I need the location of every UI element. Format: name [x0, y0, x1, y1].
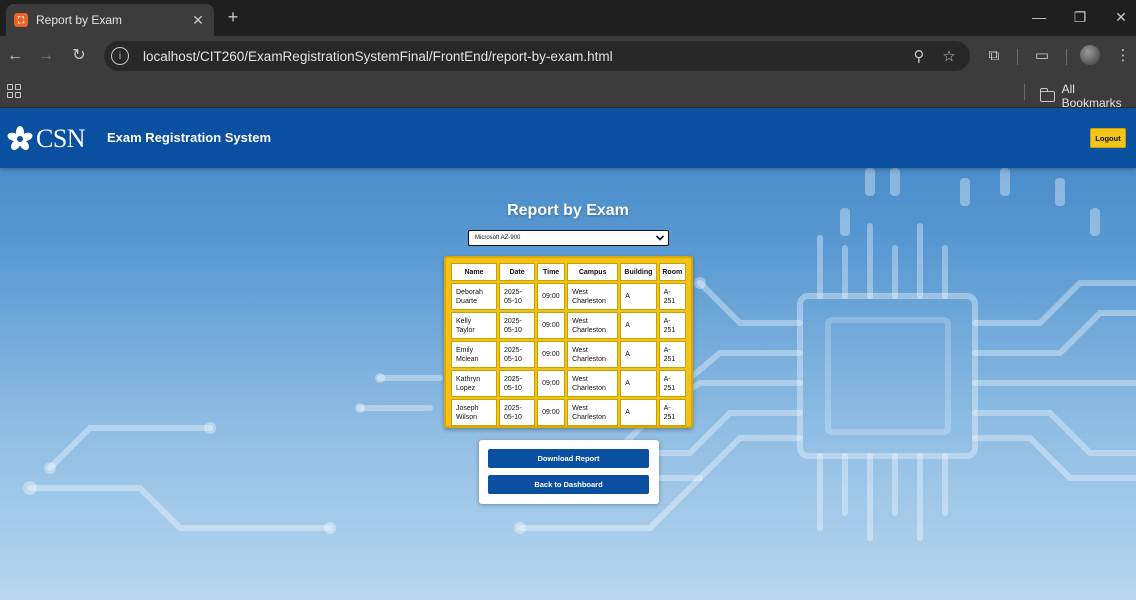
site-header: CSN Exam Registration System Logout [0, 108, 1136, 168]
kebab-menu-icon[interactable]: ⋮ [1114, 47, 1132, 65]
minimize-icon[interactable]: — [1031, 9, 1047, 25]
all-bookmarks-label: All Bookmarks [1061, 82, 1122, 110]
page-title: Report by Exam [507, 202, 629, 219]
media-cast-icon[interactable]: ▭ [1033, 47, 1051, 65]
all-bookmarks-button[interactable]: All Bookmarks [1039, 82, 1136, 110]
logo-text: CSN [36, 124, 86, 153]
column-header-name: Name [451, 263, 497, 281]
address-bar[interactable]: i localhost/CIT260/ExamRegistrationSyste… [104, 41, 970, 71]
column-header-building: Building [620, 263, 657, 281]
folder-icon [1039, 87, 1055, 102]
column-header-date: Date [499, 263, 536, 281]
column-header-time: Time [537, 263, 566, 281]
cell-date: 2025- 05-10 [499, 399, 536, 426]
table-row: Kathryn Lopez 2025- 05-10 09:00 West Charle… [451, 370, 686, 397]
toolbar-separator [1066, 49, 1067, 65]
zoom-icon[interactable]: ⚲ [910, 47, 928, 65]
logout-button[interactable]: Logout [1090, 128, 1126, 148]
csn-logo: CSN [6, 124, 86, 154]
cell-room: A-251 [658, 312, 686, 339]
cell-building: A [620, 399, 657, 426]
cell-date: 2025- 05-10 [499, 370, 536, 397]
report-card: Name Date Time Campus Building Room Debo… [444, 256, 693, 428]
column-header-room: Room [658, 263, 686, 281]
browser-toolbar: ← → ↻ i localhost/CIT260/ExamRegistratio… [0, 36, 1136, 76]
cell-campus: West Charleston [567, 399, 619, 426]
cell-name: Deborah Duarte [451, 283, 497, 310]
tab-close-icon[interactable]: ✕ [190, 12, 206, 29]
tab-title: Report by Exam [36, 13, 123, 27]
cell-room: A-251 [658, 399, 686, 426]
star-icon[interactable]: ☆ [940, 47, 958, 65]
download-report-button[interactable]: Download Report [488, 449, 649, 468]
cell-building: A [620, 341, 657, 368]
cell-time: 09:00 [537, 370, 566, 397]
new-tab-icon[interactable]: + [224, 8, 242, 26]
reload-icon[interactable]: ↻ [70, 47, 88, 65]
close-window-icon[interactable]: ✕ [1113, 9, 1129, 26]
cell-name: Kathryn Lopez [451, 370, 497, 397]
browser-tab-bar: ⛶ Report by Exam ✕ + — ❐ ✕ [0, 0, 1136, 36]
restore-icon[interactable]: ❐ [1072, 9, 1088, 26]
table-row: Kelly Taylor 2025- 05-10 09:00 West Charles… [451, 312, 686, 339]
cell-room: A-251 [658, 370, 686, 397]
cell-room: A-251 [658, 283, 686, 310]
cell-name: Kelly Taylor [451, 312, 497, 339]
cell-campus: West Charleston [567, 370, 619, 397]
actions-card: Download Report Back to Dashboard [479, 440, 659, 504]
chevron-down-icon [655, 235, 665, 241]
exam-select[interactable]: Microsoft AZ-900 [468, 230, 669, 246]
apps-grid-icon[interactable] [7, 84, 21, 98]
profile-avatar[interactable] [1080, 45, 1100, 65]
cell-building: A [620, 370, 657, 397]
cell-building: A [620, 312, 657, 339]
cell-campus: West Charleston [567, 341, 619, 368]
back-arrow-icon[interactable]: ← [6, 47, 24, 65]
cell-campus: West Charleston [567, 283, 619, 310]
cell-date: 2025- 05-10 [499, 283, 536, 310]
cell-name: Joseph Wilson [451, 399, 497, 426]
cell-campus: West Charleston [567, 312, 619, 339]
puzzle-icon[interactable]: ⧉ [985, 47, 1003, 65]
site-title: Exam Registration System [107, 130, 272, 145]
cell-date: 2025- 05-10 [499, 341, 536, 368]
cell-name: Emily Mclean [451, 341, 497, 368]
table-row: Deborah Duarte 2025- 05-10 09:00 West Charl… [451, 283, 686, 310]
report-table: Name Date Time Campus Building Room Debo… [449, 261, 688, 428]
forward-arrow-icon[interactable]: → [37, 47, 55, 65]
cell-time: 09:00 [537, 399, 566, 426]
flower-logo-icon [7, 126, 33, 151]
cell-building: A [620, 283, 657, 310]
xampp-icon: ⛶ [14, 13, 28, 27]
table-row: Joseph Wilson 2025- 05-10 09:00 West Charle… [451, 399, 686, 426]
exam-select-value: Microsoft AZ-900 [475, 235, 521, 241]
column-header-campus: Campus [567, 263, 619, 281]
bookmarks-bar: All Bookmarks [0, 76, 1136, 110]
toolbar-separator [1017, 49, 1018, 65]
page-viewport: CSN Exam Registration System Logout Repo… [0, 108, 1136, 600]
browser-tab[interactable]: ⛶ Report by Exam ✕ [6, 4, 214, 36]
url-text[interactable]: localhost/CIT260/ExamRegistrationSystemF… [143, 49, 910, 64]
bookmarks-separator [1024, 84, 1025, 100]
table-row: Emily Mclean 2025- 05-10 09:00 West Charles… [451, 341, 686, 368]
cell-time: 09:00 [537, 283, 566, 310]
table-header-row: Name Date Time Campus Building Room [451, 263, 686, 281]
back-to-dashboard-button[interactable]: Back to Dashboard [488, 475, 649, 494]
cell-date: 2025- 05-10 [499, 312, 536, 339]
cell-time: 09:00 [537, 341, 566, 368]
site-info-icon[interactable]: i [111, 47, 129, 65]
cell-room: A-251 [658, 341, 686, 368]
cell-time: 09:00 [537, 312, 566, 339]
